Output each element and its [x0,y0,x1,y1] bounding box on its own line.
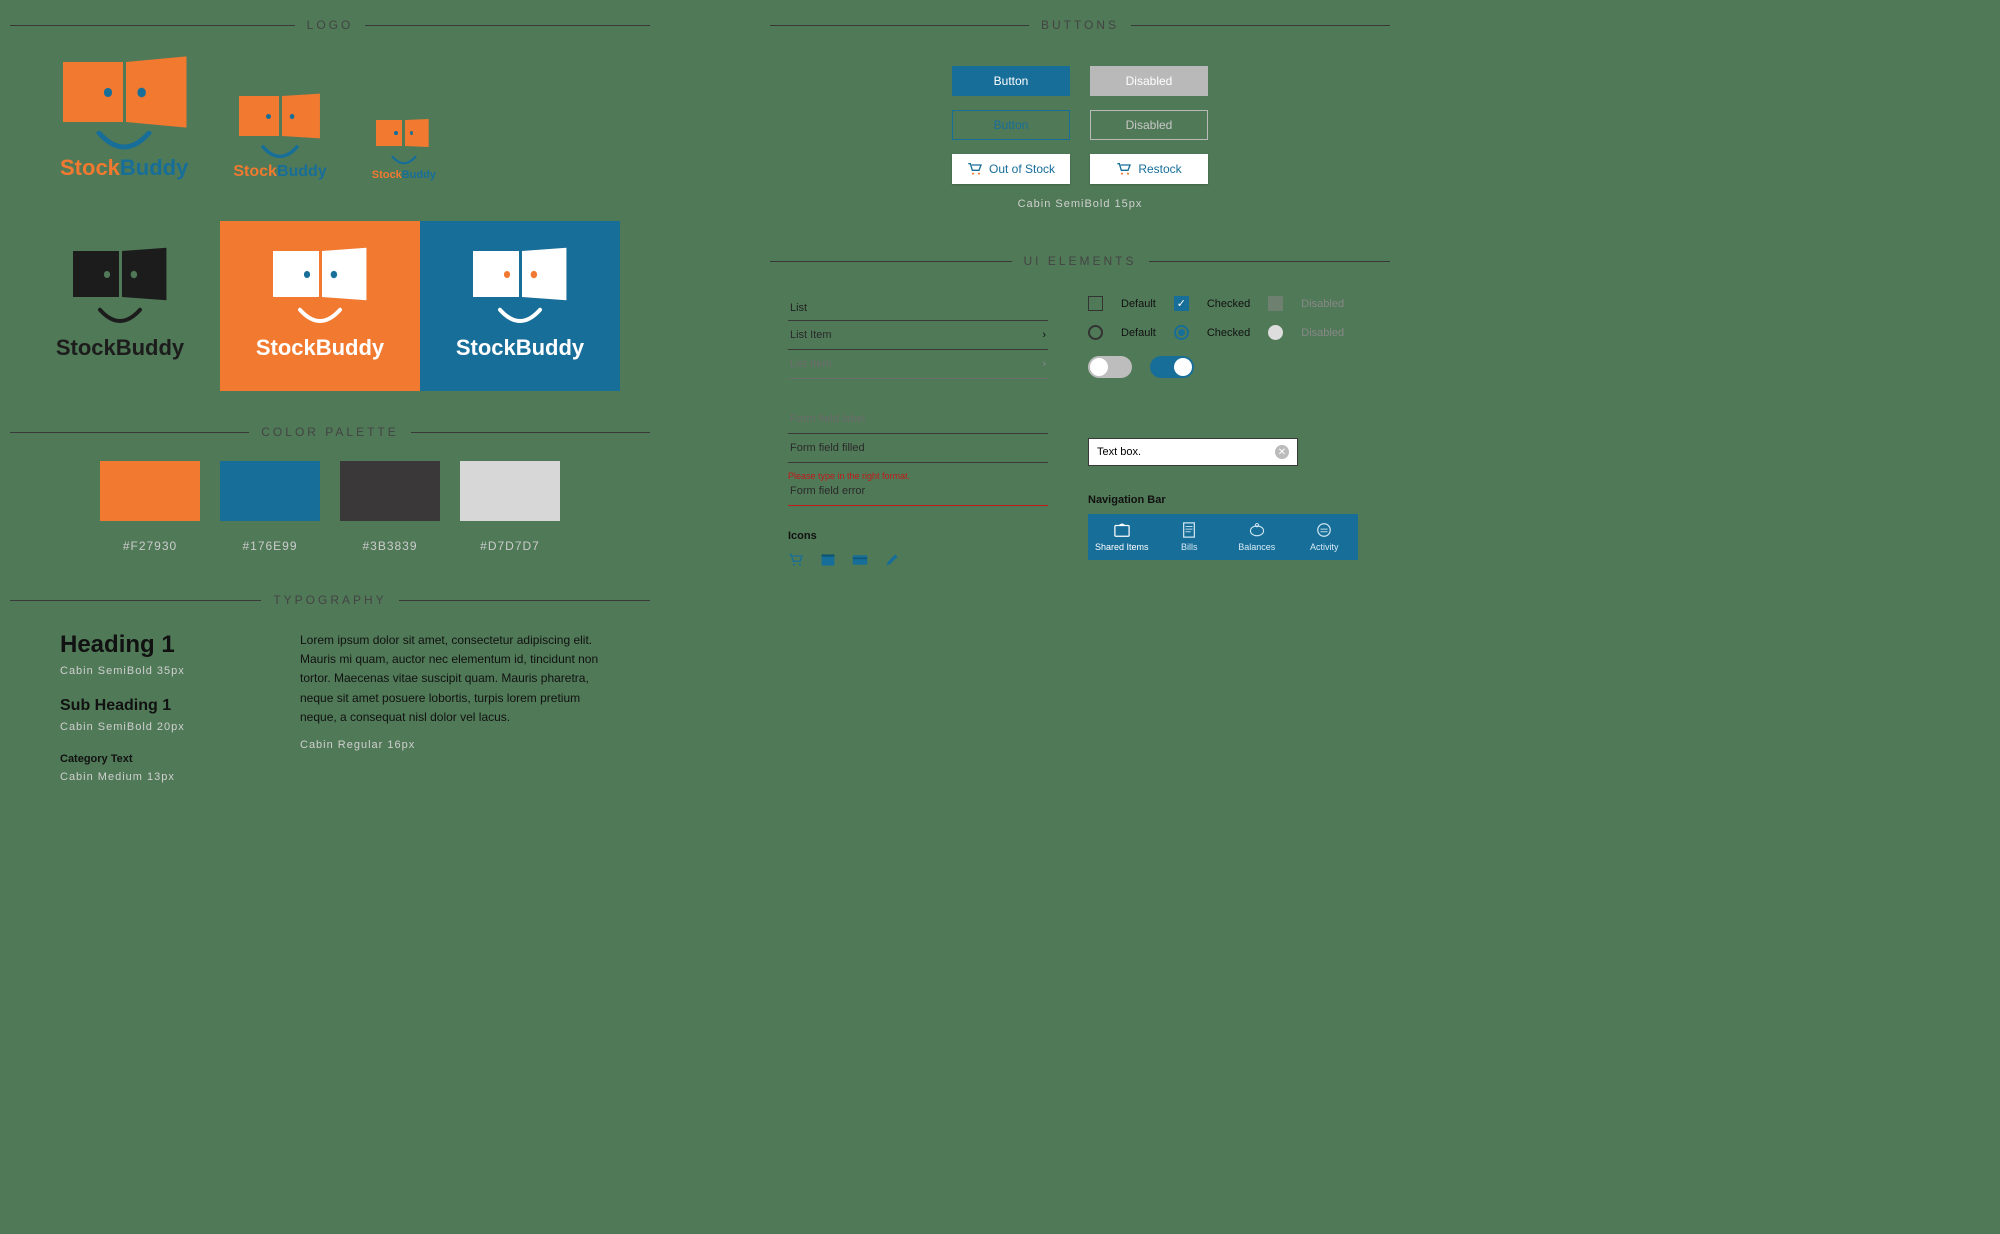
receipt-icon [1180,522,1198,538]
category-text-sample: Category Text [60,753,260,765]
color-swatches: #F27930 #176E99 #3B3839 #D7D7D7 [0,461,660,553]
form-field-error-message: Please type in the right format. [788,471,1048,481]
checkbox-disabled [1268,296,1283,311]
checkbox-default[interactable] [1088,296,1103,311]
form-field-empty[interactable]: Form field label [788,405,1048,434]
logo-on-orange: StockBuddy [220,221,420,391]
toggle-on[interactable] [1150,356,1194,378]
nav-item-bills[interactable]: Bills [1156,514,1224,560]
section-header-ui-elements: UI ELEMENTS [770,254,1390,268]
radio-disabled [1268,325,1283,340]
logo-medium: StockBuddy [233,96,326,181]
category-text-caption: Cabin Medium 13px [60,771,260,783]
form-field-filled[interactable]: Form field filled [788,434,1048,463]
clear-icon[interactable]: ✕ [1275,445,1289,459]
section-title: LOGO [307,18,354,32]
checkbox-states: Default ✓Checked Disabled [1088,296,1372,311]
checkbox-checked[interactable]: ✓ [1174,296,1189,311]
chevron-right-icon: › [1042,358,1046,370]
text-box[interactable]: Text box. ✕ [1088,438,1298,466]
swatch-light-grey: #D7D7D7 [460,461,560,553]
logo-small: StockBuddy [372,120,436,181]
nav-item-shared-items[interactable]: Shared Items [1088,514,1156,560]
radio-states: Default Checked Disabled [1088,325,1372,340]
piggy-bank-icon [1248,522,1266,538]
box-icon [1113,522,1131,538]
logo-background-variants: StockBuddy StockBuddy StockBuddy [0,221,660,391]
logo-on-blue: StockBuddy [420,221,620,391]
nav-item-activity[interactable]: Activity [1291,514,1359,560]
logo-on-light: StockBuddy [20,221,220,391]
logo-sizes-row: StockBuddy StockBuddy StockBuddy [0,62,660,181]
toggle-off[interactable] [1088,356,1132,378]
section-header-logo: LOGO [0,18,660,32]
radio-default[interactable] [1088,325,1103,340]
body-text-caption: Cabin Regular 16px [300,739,620,751]
typography-samples: Heading 1 Cabin SemiBold 35px Sub Headin… [0,631,660,783]
buttons-caption: Cabin SemiBold 15px [770,198,1390,210]
button-outline-disabled: Disabled [1090,110,1208,140]
radio-checked[interactable] [1174,325,1189,340]
swatch-blue: #176E99 [220,461,320,553]
cart-icon [788,552,804,568]
edit-icon [884,552,900,568]
form-field-error[interactable]: Form field error [788,481,1048,506]
button-primary[interactable]: Button [952,66,1070,96]
navigation-bar: Shared Items Bills Balances Activity [1088,514,1358,560]
button-disabled: Disabled [1090,66,1208,96]
nav-item-balances[interactable]: Balances [1223,514,1291,560]
section-header-typography: TYPOGRAPHY [10,593,650,607]
swatch-orange: #F27930 [100,461,200,553]
toggle-states [1088,356,1372,378]
heading-1-sample: Heading 1 [60,631,260,659]
subheading-1-caption: Cabin SemiBold 20px [60,721,260,733]
chevron-right-icon: › [1042,329,1046,341]
cart-icon [1116,162,1132,176]
section-header-palette: COLOR PALETTE [10,425,650,439]
section-header-buttons: BUTTONS [770,18,1390,32]
cart-icon [967,162,983,176]
activity-icon [1315,522,1333,538]
icons-label: Icons [788,530,1048,542]
icon-samples [788,552,1048,568]
swatch-charcoal: #3B3839 [340,461,440,553]
navigation-bar-label: Navigation Bar [1088,494,1372,506]
box-icon [820,552,836,568]
list-item-disabled: List Item › [788,350,1048,379]
list-item[interactable]: List Item › [788,321,1048,350]
list-header: List [788,296,1048,321]
body-text-sample: Lorem ipsum dolor sit amet, consectetur … [300,631,620,727]
logo-large: StockBuddy [60,62,188,181]
subheading-1-sample: Sub Heading 1 [60,697,260,715]
heading-1-caption: Cabin SemiBold 35px [60,665,260,677]
card-icon [852,552,868,568]
button-outline[interactable]: Button [952,110,1070,140]
button-restock[interactable]: Restock [1090,154,1208,184]
button-out-of-stock[interactable]: Out of Stock [952,154,1070,184]
